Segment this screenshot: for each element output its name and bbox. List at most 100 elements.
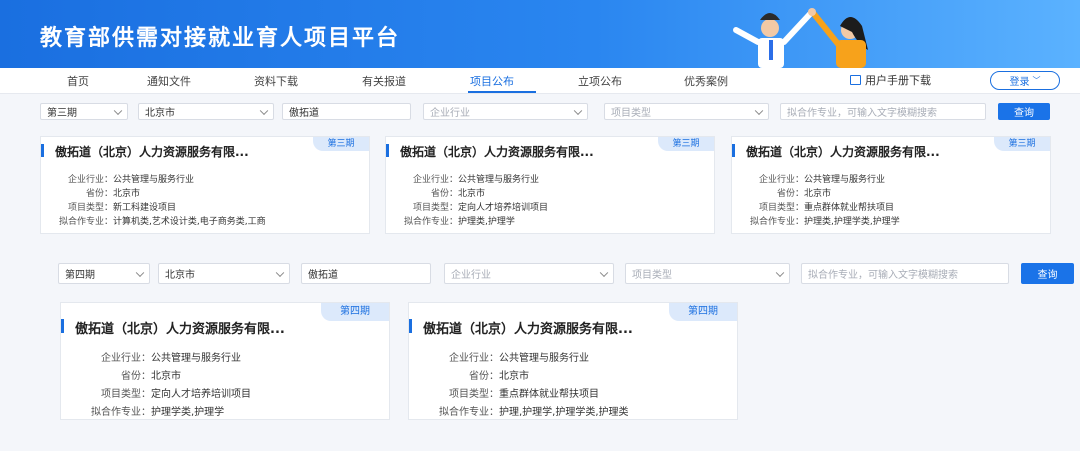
nav-reports[interactable]: 有关报道 <box>362 73 406 89</box>
banner-illustration <box>733 8 868 68</box>
field-value: 新工科建设项目 <box>113 203 177 213</box>
field-value: 北京市 <box>113 189 141 199</box>
field-value: 公共管理与服务行业 <box>113 175 195 185</box>
batch-value: 第三期 <box>47 108 77 119</box>
industry-select[interactable]: 企业行业 <box>444 263 614 284</box>
type-select[interactable]: 项目类型 <box>625 263 790 284</box>
chevron-down-icon <box>775 268 785 277</box>
chevron-down-icon: ﹀ <box>1032 76 1041 85</box>
card-title: 傲拓道（北京）人力资源服务有限... <box>55 145 249 159</box>
project-card[interactable]: 傲拓道（北京）人力资源服务有限... 第四期 企业行业：公共管理与服务行业 省份… <box>408 302 738 420</box>
field-value: 定向人才培养培训项目 <box>151 389 251 400</box>
card-row-industry: 企业行业：公共管理与服务行业 <box>421 349 589 364</box>
province-select[interactable]: 北京市 <box>158 263 290 284</box>
card-row-industry: 企业行业：公共管理与服务行业 <box>394 172 539 185</box>
project-card[interactable]: 傲拓道（北京）人力资源服务有限... 第三期 企业行业：公共管理与服务行业 省份… <box>385 136 715 234</box>
major-search-input[interactable]: 拟合作专业，可输入文字模糊搜索 <box>801 263 1009 284</box>
nav-approved[interactable]: 立项公布 <box>578 73 622 89</box>
industry-placeholder: 企业行业 <box>451 270 491 281</box>
field-label: 拟合作专业： <box>91 407 151 418</box>
field-label: 企业行业： <box>412 175 458 185</box>
query-button[interactable]: 查询 <box>998 103 1050 120</box>
card-title: 傲拓道（北京）人力资源服务有限... <box>423 322 633 337</box>
card-row-type: 项目类型：新工科建设项目 <box>49 200 176 213</box>
chevron-down-icon <box>275 268 285 277</box>
nav-downloads[interactable]: 资料下载 <box>254 73 298 89</box>
batch-badge: 第三期 <box>994 137 1050 151</box>
province-value: 北京市 <box>145 108 175 119</box>
query-button[interactable]: 查询 <box>1021 263 1074 284</box>
nav-home[interactable]: 首页 <box>67 73 89 89</box>
project-card[interactable]: 傲拓道（北京）人力资源服务有限... 第四期 企业行业：公共管理与服务行业 省份… <box>60 302 390 420</box>
field-label: 省份： <box>85 189 113 199</box>
card-row-type: 项目类型：重点群体就业帮扶项目 <box>740 200 894 213</box>
batch-badge: 第三期 <box>658 137 714 151</box>
project-card[interactable]: 傲拓道（北京）人力资源服务有限... 第三期 企业行业：公共管理与服务行业 省份… <box>731 136 1051 234</box>
field-label: 项目类型： <box>67 203 113 213</box>
card-row-industry: 企业行业：公共管理与服务行业 <box>49 172 194 185</box>
field-value: 护理学类,护理学 <box>151 407 225 418</box>
chevron-down-icon <box>113 106 123 115</box>
major-search-input[interactable]: 拟合作专业，可输入文字模糊搜索 <box>780 103 986 120</box>
card-title: 傲拓道（北京）人力资源服务有限... <box>746 145 940 159</box>
field-label: 拟合作专业： <box>58 217 113 227</box>
industry-select[interactable]: 企业行业 <box>423 103 588 120</box>
card-accent-bar <box>61 319 64 333</box>
type-placeholder: 项目类型 <box>611 108 651 119</box>
batch-badge: 第四期 <box>669 303 737 321</box>
field-value: 北京市 <box>458 189 486 199</box>
field-value: 护理类,护理学 <box>458 217 515 227</box>
main-nav: 首页 通知文件 资料下载 有关报道 项目公布 立项公布 优秀案例 用户手册下载 … <box>0 68 1080 94</box>
card-title: 傲拓道（北京）人力资源服务有限... <box>75 322 285 337</box>
card-accent-bar <box>41 144 44 157</box>
field-label: 企业行业： <box>67 175 113 185</box>
card-row-major: 拟合作专业：护理,护理学,护理学类,护理类 <box>421 403 629 418</box>
field-label: 企业行业： <box>101 353 151 364</box>
field-label: 企业行业： <box>758 175 804 185</box>
batch-value: 第四期 <box>65 270 95 281</box>
card-row-province: 省份：北京市 <box>394 186 485 199</box>
manual-download-link[interactable]: 用户手册下载 <box>850 72 931 88</box>
card-row-industry: 企业行业：公共管理与服务行业 <box>740 172 885 185</box>
nav-cases[interactable]: 优秀案例 <box>684 73 728 89</box>
field-value: 公共管理与服务行业 <box>151 353 241 364</box>
field-label: 拟合作专业： <box>403 217 458 227</box>
chevron-down-icon <box>259 106 269 115</box>
card-row-province: 省份：北京市 <box>49 186 140 199</box>
active-tab-indicator <box>468 91 536 93</box>
card-row-type: 项目类型：定向人才培养培训项目 <box>394 200 548 213</box>
field-value: 重点群体就业帮扶项目 <box>499 389 599 400</box>
card-title: 傲拓道（北京）人力资源服务有限... <box>400 145 594 159</box>
batch-select[interactable]: 第三期 <box>40 103 128 120</box>
field-label: 项目类型： <box>412 203 458 213</box>
card-row-major: 拟合作专业：护理类,护理学 <box>394 214 515 227</box>
login-button[interactable]: 登录 ﹀ <box>990 71 1060 90</box>
field-value: 公共管理与服务行业 <box>458 175 540 185</box>
batch-select[interactable]: 第四期 <box>58 263 150 284</box>
major-placeholder: 拟合作专业，可输入文字模糊搜索 <box>808 270 958 281</box>
project-card[interactable]: 傲拓道（北京）人力资源服务有限... 第三期 企业行业：公共管理与服务行业 省份… <box>40 136 370 234</box>
chevron-down-icon <box>599 268 609 277</box>
company-input[interactable]: 傲拓道 <box>282 103 411 120</box>
batch-badge: 第四期 <box>321 303 389 321</box>
company-input[interactable]: 傲拓道 <box>301 263 431 284</box>
batch-badge: 第三期 <box>313 137 369 151</box>
card-row-major: 拟合作专业：护理类,护理学类,护理学 <box>740 214 900 227</box>
field-label: 省份： <box>121 371 151 382</box>
field-label: 省份： <box>430 189 458 199</box>
platform-title: 教育部供需对接就业育人项目平台 <box>40 26 401 51</box>
card-row-type: 项目类型：定向人才培养培训项目 <box>73 385 251 400</box>
province-select[interactable]: 北京市 <box>138 103 274 120</box>
field-value: 定向人才培养培训项目 <box>458 203 549 213</box>
province-value: 北京市 <box>165 270 195 281</box>
field-label: 省份： <box>776 189 804 199</box>
field-value: 护理,护理学,护理学类,护理类 <box>499 407 629 418</box>
field-value: 护理类,护理学类,护理学 <box>804 217 900 227</box>
chevron-down-icon <box>754 106 764 115</box>
nav-notices[interactable]: 通知文件 <box>147 73 191 89</box>
type-select[interactable]: 项目类型 <box>604 103 769 120</box>
header-banner: 教育部供需对接就业育人项目平台 <box>0 0 1080 68</box>
card-row-type: 项目类型：重点群体就业帮扶项目 <box>421 385 599 400</box>
card-row-province: 省份：北京市 <box>73 367 181 382</box>
nav-project-list[interactable]: 项目公布 <box>470 73 514 89</box>
